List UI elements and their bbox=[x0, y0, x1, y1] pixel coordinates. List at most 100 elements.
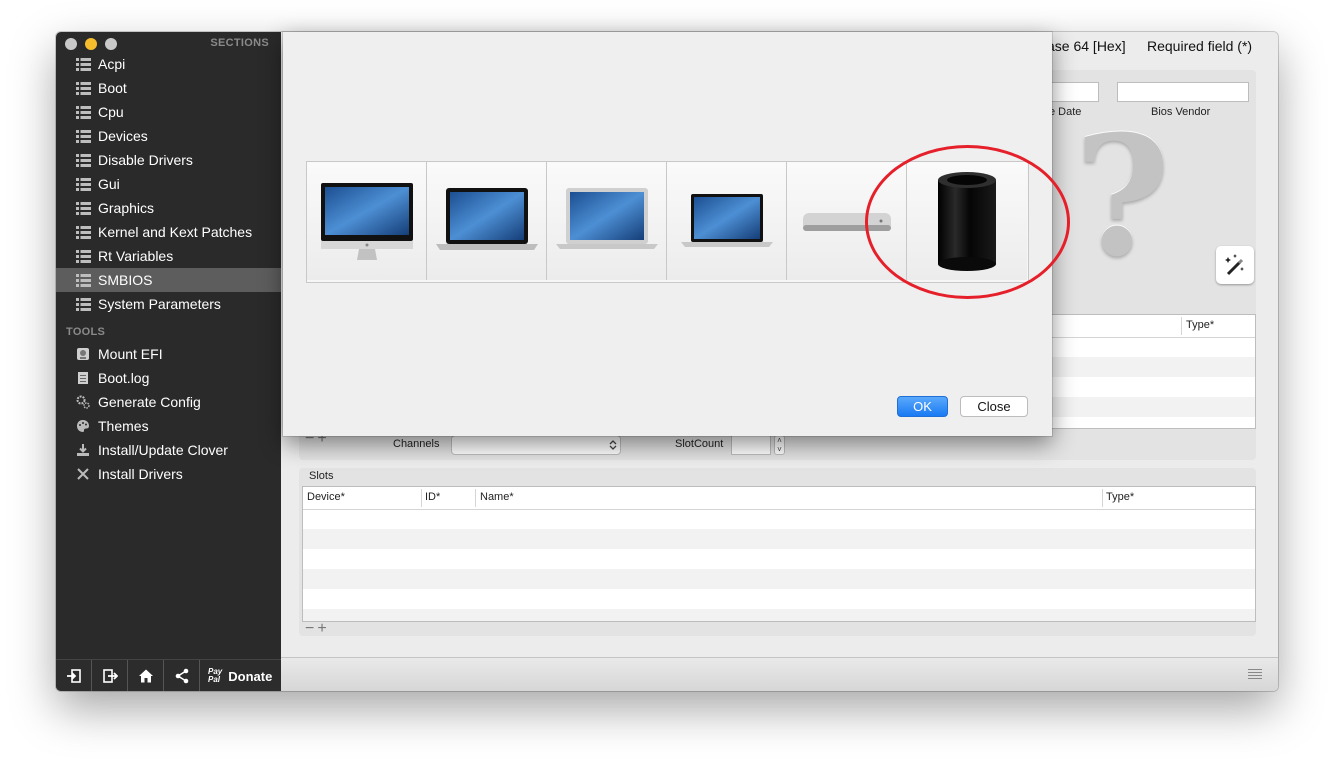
channels-select[interactable] bbox=[451, 435, 621, 455]
list-icon bbox=[75, 249, 91, 263]
sidebar-item-system-parameters[interactable]: System Parameters bbox=[56, 292, 281, 316]
list-icon bbox=[75, 273, 91, 287]
close-button[interactable]: Close bbox=[960, 396, 1028, 417]
device-column-header: Device* bbox=[307, 491, 345, 503]
sections-header: SECTIONS bbox=[210, 37, 269, 49]
upper-table-header: Type* bbox=[1052, 315, 1255, 338]
tool-label: Install/Update Clover bbox=[98, 442, 228, 458]
sidebar-item-label: SMBIOS bbox=[98, 272, 153, 288]
table-row[interactable] bbox=[303, 609, 1255, 621]
sidebar-item-gui[interactable]: Gui bbox=[56, 172, 281, 196]
slots-table-header: Device* ID* Name* Type* bbox=[303, 487, 1255, 510]
tool-generate-config[interactable]: Generate Config bbox=[56, 390, 281, 414]
list-icon bbox=[75, 177, 91, 191]
channels-label: Channels bbox=[393, 438, 440, 450]
sidebar-item-label: Cpu bbox=[98, 104, 124, 120]
sidebar-item-label: Gui bbox=[98, 176, 120, 192]
sidebar-item-label: Devices bbox=[98, 128, 148, 144]
tool-install-update-clover[interactable]: Install/Update Clover bbox=[56, 438, 281, 462]
sidebar-item-graphics[interactable]: Graphics bbox=[56, 196, 281, 220]
paypal-logo: Pay Pal bbox=[208, 668, 222, 684]
share-icon bbox=[175, 668, 188, 684]
list-icon bbox=[75, 201, 91, 215]
paypal-line2: Pal bbox=[208, 675, 221, 684]
sidebar-item-label: Disable Drivers bbox=[98, 152, 193, 168]
type-column-header: Type* bbox=[1186, 319, 1215, 331]
imac-icon bbox=[320, 183, 413, 260]
tool-boot-log[interactable]: Boot.log bbox=[56, 366, 281, 390]
home-icon bbox=[138, 669, 153, 683]
required-field-note: Required field (*) bbox=[1147, 38, 1253, 54]
list-icon bbox=[75, 297, 91, 311]
menu-lines-icon[interactable] bbox=[1248, 669, 1262, 681]
sidebar-item-label: Rt Variables bbox=[98, 248, 174, 264]
sidebar-item-acpi[interactable]: Acpi bbox=[56, 52, 281, 76]
sidebar: SECTIONS Acpi Boot Cpu Devices Disable Drive… bbox=[56, 32, 281, 691]
table-row[interactable] bbox=[303, 529, 1255, 549]
list-icon bbox=[75, 105, 91, 119]
unknown-model-icon: ? bbox=[1074, 99, 1171, 293]
sidebar-bottom-toolbar: Pay Pal Donate bbox=[56, 659, 281, 691]
highlight-circle bbox=[865, 145, 1070, 299]
tool-install-drivers[interactable]: Install Drivers bbox=[56, 462, 281, 486]
import-icon bbox=[66, 669, 81, 683]
tool-mount-efi[interactable]: Mount EFI bbox=[56, 342, 281, 366]
export-icon bbox=[102, 669, 118, 683]
slots-table[interactable]: Device* ID* Name* Type* bbox=[302, 486, 1256, 622]
table-row[interactable] bbox=[303, 569, 1255, 589]
chevron-updown-icon bbox=[609, 440, 617, 450]
sidebar-item-label: Boot bbox=[98, 80, 127, 96]
share-button[interactable] bbox=[164, 660, 200, 691]
macbook-pro-icon bbox=[435, 188, 538, 250]
model-macbook[interactable] bbox=[667, 162, 787, 280]
home-button[interactable] bbox=[128, 660, 164, 691]
table-row[interactable] bbox=[1052, 397, 1255, 417]
palette-icon bbox=[75, 419, 91, 433]
slots-add-remove[interactable]: −+ bbox=[305, 620, 330, 638]
gears-icon bbox=[75, 395, 91, 409]
table-row[interactable] bbox=[1052, 357, 1255, 377]
magic-wand-icon bbox=[1225, 254, 1244, 276]
sidebar-item-label: Acpi bbox=[98, 56, 126, 72]
magic-wand-button[interactable] bbox=[1216, 246, 1254, 284]
log-icon bbox=[75, 371, 91, 385]
macbook-air-icon bbox=[555, 188, 658, 249]
donate-label: Donate bbox=[228, 668, 273, 684]
sidebar-item-boot[interactable]: Boot bbox=[56, 76, 281, 100]
type-column-header: Type* bbox=[1106, 491, 1135, 503]
sidebar-item-disable-drivers[interactable]: Disable Drivers bbox=[56, 148, 281, 172]
slots-label: Slots bbox=[309, 470, 334, 482]
slotcount-field[interactable] bbox=[731, 435, 771, 455]
donate-button[interactable]: Pay Pal Donate bbox=[200, 668, 272, 684]
tools-header: TOOLS bbox=[66, 326, 106, 338]
sidebar-item-cpu[interactable]: Cpu bbox=[56, 100, 281, 124]
tool-label: Mount EFI bbox=[98, 346, 163, 362]
list-icon bbox=[75, 129, 91, 143]
sidebar-item-smbios[interactable]: SMBIOS bbox=[56, 268, 281, 292]
import-button[interactable] bbox=[56, 660, 92, 691]
model-imac[interactable] bbox=[307, 162, 427, 280]
sidebar-item-devices[interactable]: Devices bbox=[56, 124, 281, 148]
sidebar-item-rt-variables[interactable]: Rt Variables bbox=[56, 244, 281, 268]
export-button[interactable] bbox=[92, 660, 128, 691]
list-icon bbox=[75, 153, 91, 167]
model-macbook-air[interactable] bbox=[547, 162, 667, 280]
tool-label: Themes bbox=[98, 418, 149, 434]
disk-icon bbox=[75, 347, 91, 361]
name-column-header: Name* bbox=[480, 491, 514, 503]
tool-label: Generate Config bbox=[98, 394, 201, 410]
list-icon bbox=[75, 81, 91, 95]
slotcount-label: SlotCount bbox=[675, 438, 724, 450]
model-macbook-pro[interactable] bbox=[427, 162, 547, 280]
tools-icon bbox=[75, 467, 91, 481]
sidebar-item-kernel-and-kext-patches[interactable]: Kernel and Kext Patches bbox=[56, 220, 281, 244]
macbook-icon bbox=[680, 194, 773, 247]
sidebar-item-label: Kernel and Kext Patches bbox=[98, 224, 253, 240]
sidebar-item-label: System Parameters bbox=[98, 296, 221, 312]
tool-label: Boot.log bbox=[98, 370, 150, 386]
slotcount-stepper[interactable]: ˄ ˅ bbox=[774, 435, 785, 455]
list-icon bbox=[75, 225, 91, 239]
tool-themes[interactable]: Themes bbox=[56, 414, 281, 438]
ok-button[interactable]: OK bbox=[897, 396, 948, 417]
upper-table[interactable]: Type* bbox=[1051, 314, 1256, 429]
